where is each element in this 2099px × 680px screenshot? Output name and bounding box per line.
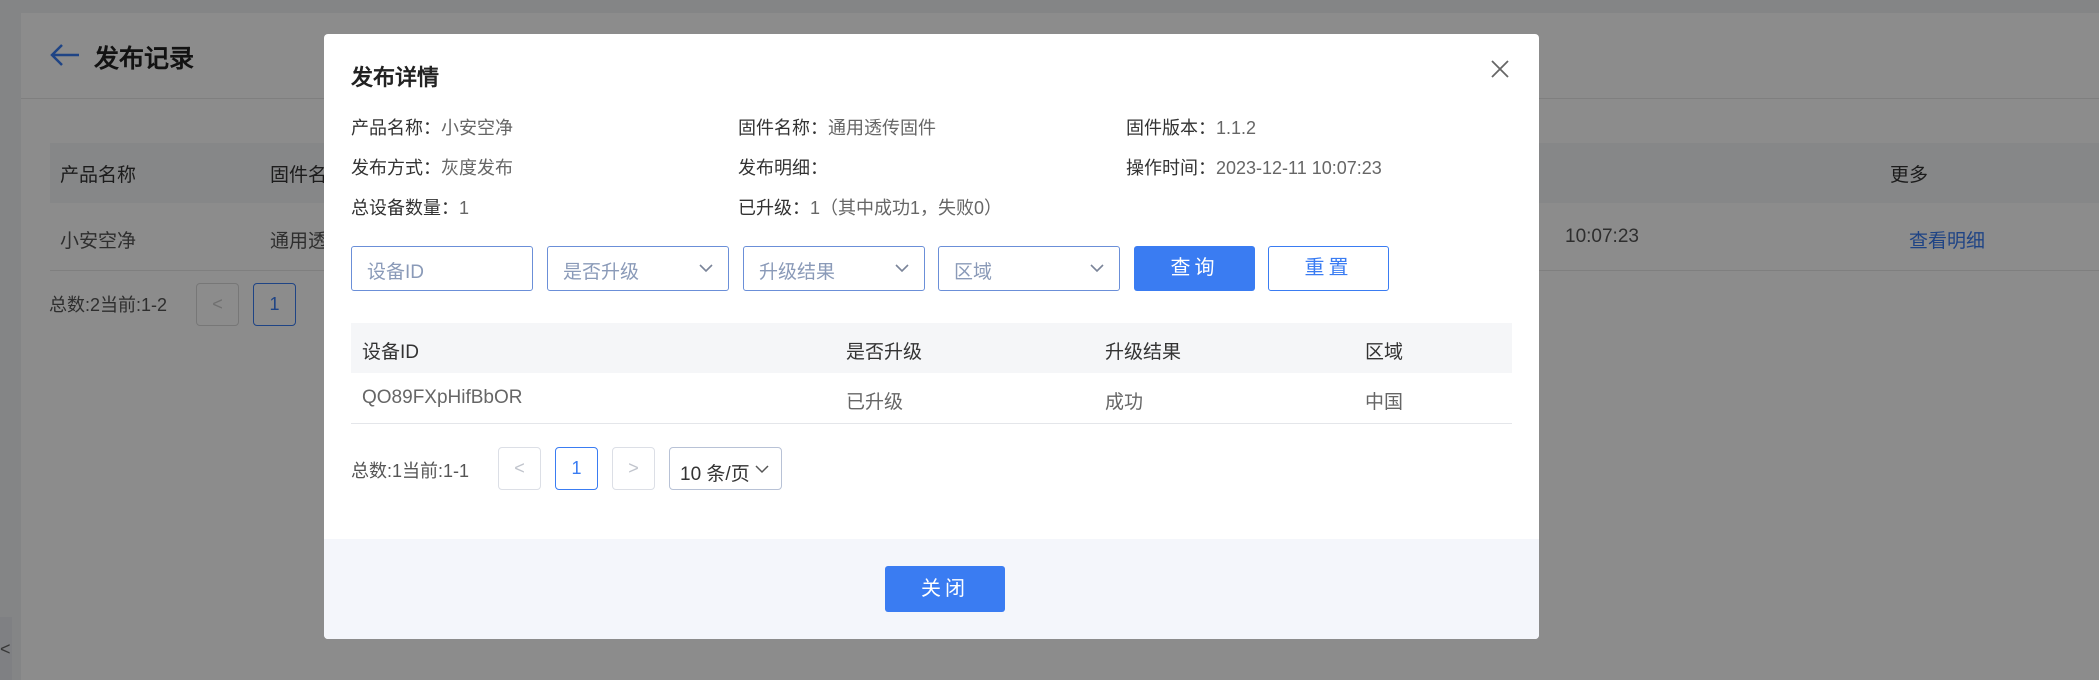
region-select[interactable]: 区域: [938, 246, 1120, 291]
page-size-select[interactable]: 10 条/页: [669, 447, 782, 490]
cell-result: 成功: [1105, 392, 1144, 413]
close-icon[interactable]: [1489, 58, 1511, 80]
prev-page-button[interactable]: <: [498, 447, 541, 490]
info-product: 产品名称：小安空净: [351, 118, 513, 138]
info-method: 发布方式：灰度发布: [351, 158, 513, 178]
query-button[interactable]: 查询: [1134, 246, 1255, 291]
chevron-down-icon: [1090, 264, 1104, 273]
header-upgraded: 是否升级: [846, 342, 923, 363]
device-id-input[interactable]: 设备ID: [351, 246, 533, 291]
cell-region: 中国: [1365, 392, 1404, 413]
device-table-header: 设备ID 是否升级 升级结果 区域: [351, 323, 1512, 373]
info-detail: 发布明细：: [738, 158, 828, 178]
info-optime: 操作时间：2023-12-11 10:07:23: [1126, 158, 1382, 178]
info-version: 固件版本：1.1.2: [1126, 118, 1257, 138]
page-1-button[interactable]: 1: [555, 447, 598, 490]
cell-device-id: QO89FXpHifBbOR: [362, 387, 523, 408]
info-upgraded: 已升级：1（其中成功1，失败0）: [738, 198, 1003, 218]
chevron-down-icon: [755, 465, 769, 474]
modal-title: 发布详情: [351, 65, 440, 90]
close-button[interactable]: 关闭: [885, 566, 1005, 612]
reset-button[interactable]: 重置: [1268, 246, 1389, 291]
next-page-button[interactable]: >: [612, 447, 655, 490]
chevron-down-icon: [699, 264, 713, 273]
upgraded-select[interactable]: 是否升级: [547, 246, 729, 291]
release-detail-modal: 发布详情 产品名称：小安空净 固件名称：通用透传固件 固件版本：1.1.2 发布…: [324, 34, 1539, 639]
info-total: 总设备数量：1: [351, 198, 470, 218]
header-result: 升级结果: [1105, 342, 1182, 363]
modal-footer: 关闭: [324, 539, 1539, 639]
header-device-id: 设备ID: [362, 342, 420, 363]
cell-upgraded: 已升级: [846, 392, 904, 413]
pager-total: 总数:1当前:1-1: [351, 461, 470, 481]
header-region: 区域: [1365, 342, 1404, 363]
info-firmware: 固件名称：通用透传固件: [738, 118, 936, 138]
chevron-down-icon: [895, 264, 909, 273]
table-row: QO89FXpHifBbOR 已升级 成功 中国: [351, 373, 1512, 424]
upgrade-result-select[interactable]: 升级结果: [743, 246, 925, 291]
